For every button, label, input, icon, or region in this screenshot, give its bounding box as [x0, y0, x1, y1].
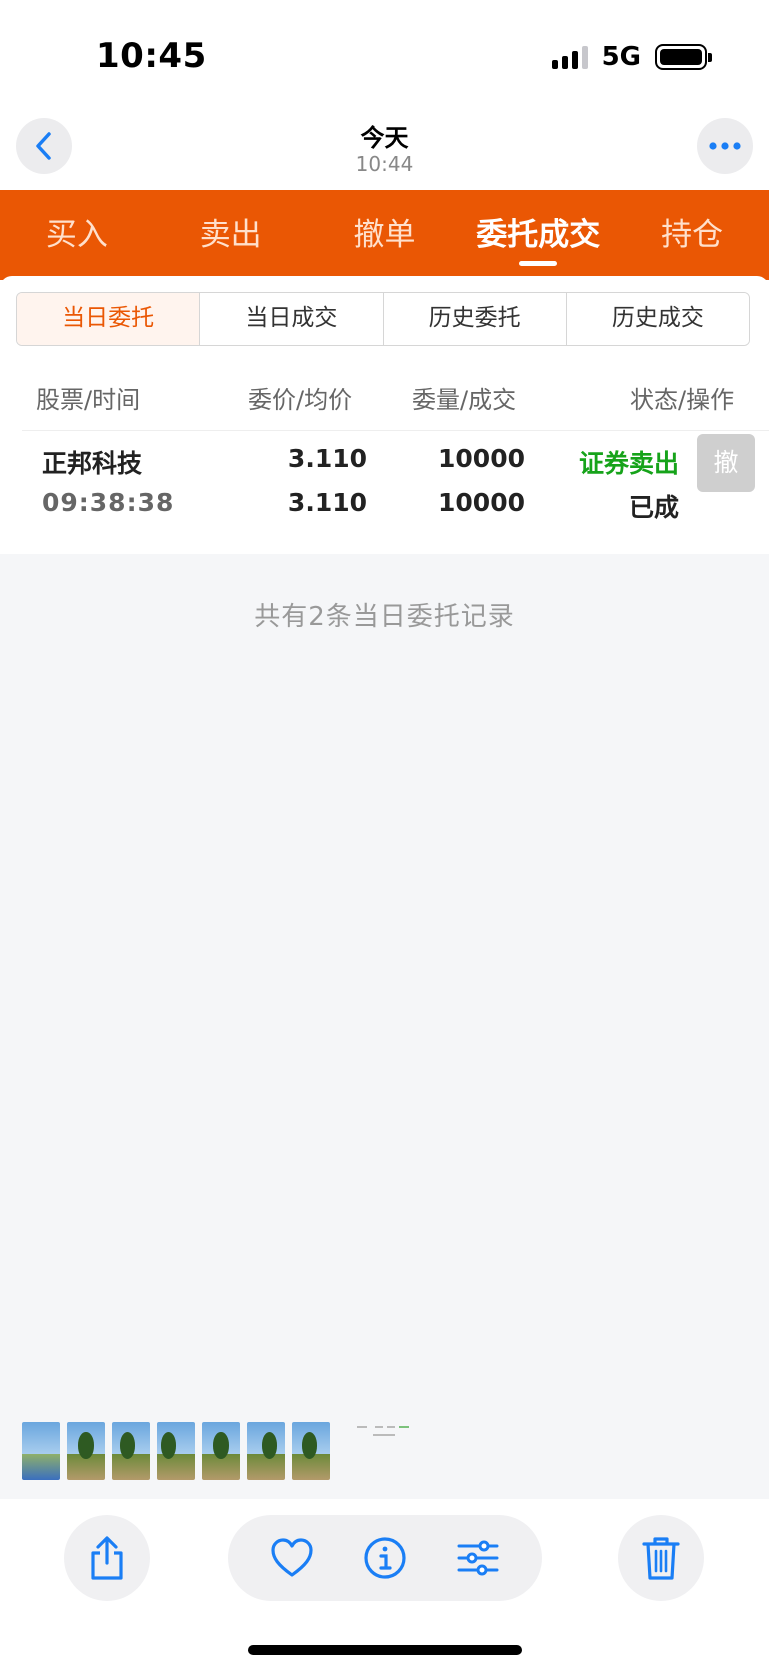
- photo-actions-pill: [228, 1515, 542, 1601]
- order-state: 已成: [628, 493, 679, 522]
- tab-buy[interactable]: 买入: [0, 190, 154, 280]
- tab-sell[interactable]: 卖出: [154, 190, 308, 280]
- info-button[interactable]: [361, 1534, 409, 1582]
- photo-thumbnail[interactable]: [157, 1422, 195, 1480]
- current-photo-thumbnail[interactable]: [357, 1424, 417, 1444]
- ellipsis-icon: [709, 142, 741, 150]
- home-indicator: [248, 1645, 522, 1655]
- subtab-today-trades[interactable]: 当日成交: [200, 293, 384, 345]
- photo-thumbnail[interactable]: [292, 1422, 330, 1480]
- adjust-icon: [457, 1540, 499, 1576]
- photo-thumbnail[interactable]: [202, 1422, 240, 1480]
- more-button[interactable]: [697, 118, 753, 174]
- table-header: 股票/时间 委价/均价 委量/成交 状态/操作: [0, 380, 769, 420]
- divider: [22, 430, 769, 431]
- cancel-order-button[interactable]: 撤: [697, 434, 755, 492]
- stock-name: 正邦科技: [42, 449, 143, 478]
- header-title: 今天: [360, 124, 409, 152]
- photo-thumbnail[interactable]: [247, 1422, 285, 1480]
- avg-price: 3.110: [287, 488, 367, 517]
- heart-icon: [271, 1538, 313, 1577]
- list-footer-area: 共有2条当日委托记录: [0, 554, 769, 1499]
- favorite-button[interactable]: [268, 1534, 316, 1582]
- order-time: 09:38:38: [42, 488, 175, 517]
- photo-thumbnail-strip[interactable]: [22, 1422, 417, 1480]
- column-header: 委价/均价: [248, 386, 353, 414]
- column-header: 委量/成交: [412, 386, 517, 414]
- info-icon: [364, 1537, 406, 1579]
- column-header: 股票/时间: [36, 386, 141, 414]
- tab-cancel-order[interactable]: 撤单: [308, 190, 462, 280]
- signal-icon: [551, 45, 588, 69]
- share-icon: [91, 1536, 123, 1580]
- column-header: 状态/操作: [630, 386, 735, 414]
- photo-thumbnail[interactable]: [67, 1422, 105, 1480]
- photo-thumbnail[interactable]: [22, 1422, 60, 1480]
- network-label: 5G: [601, 42, 641, 72]
- status-bar: 10:45 5G: [0, 0, 769, 108]
- subtab-today-orders[interactable]: 当日委托: [17, 293, 201, 345]
- status-time: 10:45: [96, 36, 207, 76]
- orders-panel: 当日委托 当日成交 历史委托 历史成交 股票/时间 委价/均价 委量/成交 状态…: [0, 276, 769, 550]
- battery-icon: [655, 44, 712, 70]
- subtab-history-orders[interactable]: 历史委托: [383, 293, 567, 345]
- tab-orders-trades[interactable]: 委托成交: [461, 190, 615, 280]
- tab-positions[interactable]: 持仓: [615, 190, 769, 280]
- header-subtitle: 10:44: [355, 152, 414, 176]
- main-tab-bar: 买入 卖出 撤单 委托成交 持仓: [0, 190, 769, 280]
- record-count-text: 共有2条当日委托记录: [254, 602, 515, 632]
- photo-thumbnail[interactable]: [112, 1422, 150, 1480]
- filled-quantity: 10000: [438, 488, 525, 517]
- table-row[interactable]: 正邦科技 09:38:38 3.110 3.110 10000 10000 证券…: [0, 434, 769, 544]
- delete-button[interactable]: [618, 1515, 704, 1601]
- share-button[interactable]: [64, 1515, 150, 1601]
- photo-toolbar: [0, 1499, 769, 1665]
- subtab-history-trades[interactable]: 历史成交: [566, 293, 749, 345]
- adjust-button[interactable]: [454, 1534, 502, 1582]
- sub-tab-group: 当日委托 当日成交 历史委托 历史成交: [16, 292, 750, 346]
- order-type: 证券卖出: [578, 449, 679, 478]
- photo-viewer-header: 今天 10:44: [0, 108, 769, 190]
- order-price: 3.110: [287, 444, 367, 473]
- trash-icon: [642, 1537, 680, 1580]
- status-indicators: 5G: [551, 42, 712, 72]
- order-quantity: 10000: [438, 444, 525, 473]
